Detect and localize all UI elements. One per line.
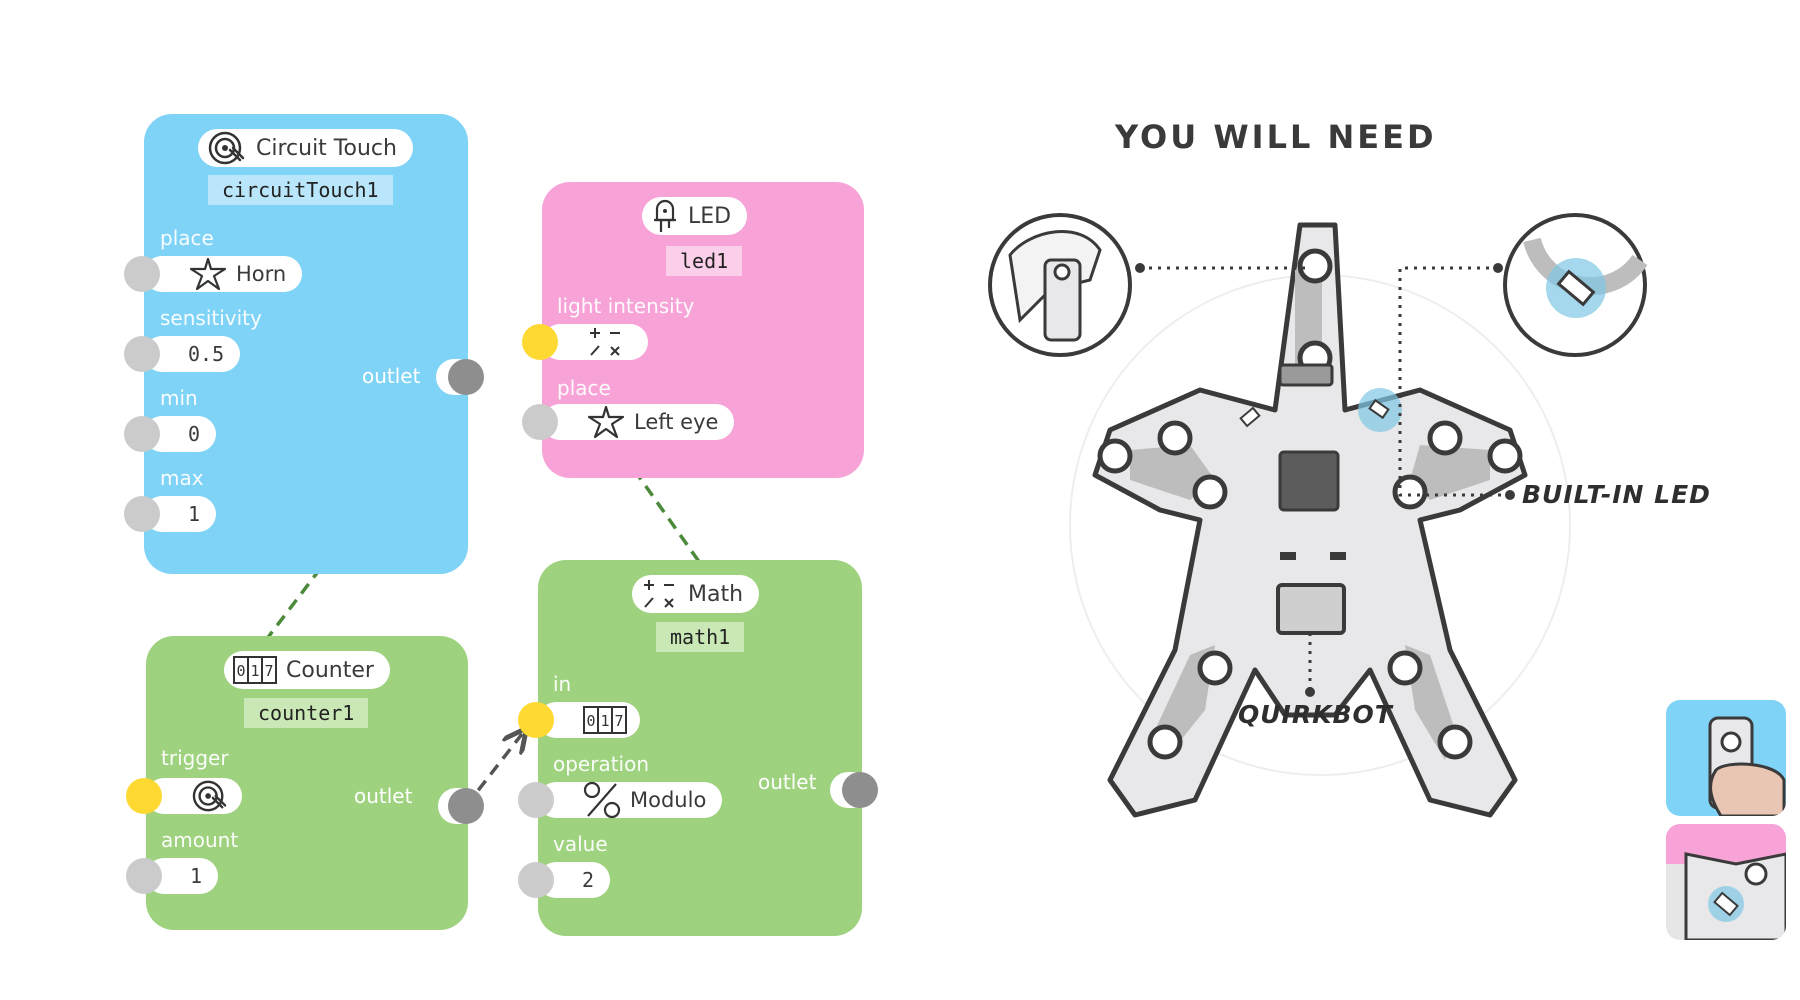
led-icon	[650, 198, 680, 234]
place-port[interactable]	[124, 256, 160, 292]
led-node[interactable]: LED led1 light intensity place Left eye	[522, 182, 864, 478]
sensitivity-label: sensitivity	[160, 306, 262, 330]
quirkbot-label: QUIRKBOT	[1238, 700, 1393, 729]
counter-outlet-label: outlet	[354, 784, 413, 808]
place-value: Horn	[236, 262, 287, 286]
microcontroller-chip	[1278, 450, 1340, 512]
operation-label: operation	[553, 752, 650, 776]
trigger-label: trigger	[161, 746, 229, 770]
percent-icon	[582, 780, 622, 820]
finger-thumbnail-icon	[1708, 716, 1786, 816]
switch	[1278, 363, 1334, 387]
light-intensity-label: light intensity	[557, 294, 695, 318]
svg-text:0: 0	[586, 712, 595, 730]
quirkbot-icon	[188, 257, 228, 291]
counter-instance[interactable]: counter1	[244, 698, 369, 728]
math-outlet-label: outlet	[758, 770, 817, 794]
circuit-touch-icon	[206, 130, 248, 166]
svg-text:7: 7	[264, 662, 273, 680]
svg-text:1: 1	[250, 662, 259, 680]
math-instance[interactable]: math1	[656, 622, 745, 652]
value-value: 2	[582, 868, 595, 892]
amount-label: amount	[161, 828, 239, 852]
operation-value: Modulo	[630, 788, 707, 812]
in-label: in	[553, 672, 572, 696]
circuit-touch-outlet-label: outlet	[362, 364, 421, 388]
circuit-touch-outlet-port[interactable]	[448, 359, 484, 395]
thumbnail-touch[interactable]	[1666, 700, 1786, 816]
min-value: 0	[188, 422, 201, 446]
led-place-value: Left eye	[634, 410, 719, 434]
circuit-touch-header[interactable]: Circuit Touch	[198, 129, 413, 167]
light-intensity-port[interactable]	[522, 324, 558, 360]
led-place-label: place	[557, 376, 611, 400]
math-outlet-port[interactable]	[842, 772, 878, 808]
you-will-need-title: YOU WILL NEED	[1115, 118, 1437, 156]
math-icon	[640, 577, 680, 611]
math-node[interactable]: Math math1 in 0 1 7 operation Modulo val…	[518, 560, 878, 936]
thumbnail-led[interactable]	[1666, 824, 1786, 940]
value-label: value	[553, 832, 608, 856]
led-place-port[interactable]	[522, 404, 558, 440]
circuit-touch-instance[interactable]: circuitTouch1	[208, 175, 393, 205]
counter-icon: 0 1 7	[582, 705, 628, 735]
counter-header[interactable]: 0 1 7 Counter	[224, 651, 390, 689]
amount-value: 1	[190, 864, 203, 888]
operation-field[interactable]: Modulo	[538, 780, 723, 820]
counter-icon: 0 1 7	[232, 655, 278, 685]
min-label: min	[160, 386, 198, 410]
place-label: place	[160, 226, 214, 250]
circuit-touch-icon	[190, 779, 230, 813]
max-label: max	[160, 466, 204, 490]
built-in-led-label: BUILT-IN LED	[1522, 480, 1711, 509]
sensitivity-port[interactable]	[124, 336, 160, 372]
led-header[interactable]: LED	[642, 197, 748, 235]
max-value: 1	[188, 502, 201, 526]
circuit-touch-title: Circuit Touch	[256, 135, 397, 161]
led-title: LED	[688, 203, 732, 229]
svg-text:1: 1	[600, 712, 609, 730]
trigger-port[interactable]	[126, 778, 162, 814]
led-place-field[interactable]: Left eye	[542, 404, 735, 440]
amount-port[interactable]	[126, 858, 162, 894]
svg-text:0: 0	[236, 662, 245, 680]
counter-node[interactable]: 0 1 7 Counter counter1 trigger amount 1 …	[126, 636, 484, 930]
quirkbot-icon	[586, 405, 626, 439]
value-port[interactable]	[518, 862, 554, 898]
led-thumbnail-icon	[1666, 824, 1786, 940]
sensitivity-value: 0.5	[188, 342, 225, 366]
counter-title: Counter	[286, 657, 374, 683]
in-port[interactable]	[518, 702, 554, 738]
min-port[interactable]	[124, 416, 160, 452]
operation-port[interactable]	[518, 782, 554, 818]
led-instance[interactable]: led1	[666, 246, 743, 276]
counter-outlet-port[interactable]	[448, 788, 484, 824]
svg-text:7: 7	[614, 712, 623, 730]
max-port[interactable]	[124, 496, 160, 532]
place-field[interactable]: Horn	[144, 256, 303, 292]
math-header[interactable]: Math	[632, 575, 760, 613]
circuit-touch-node[interactable]: Circuit Touch circuitTouch1 place Horn s…	[124, 114, 484, 574]
usb-connector	[1276, 583, 1346, 635]
quirkbot-illustration	[988, 213, 1648, 818]
math-title: Math	[688, 581, 744, 607]
math-icon	[586, 326, 626, 358]
